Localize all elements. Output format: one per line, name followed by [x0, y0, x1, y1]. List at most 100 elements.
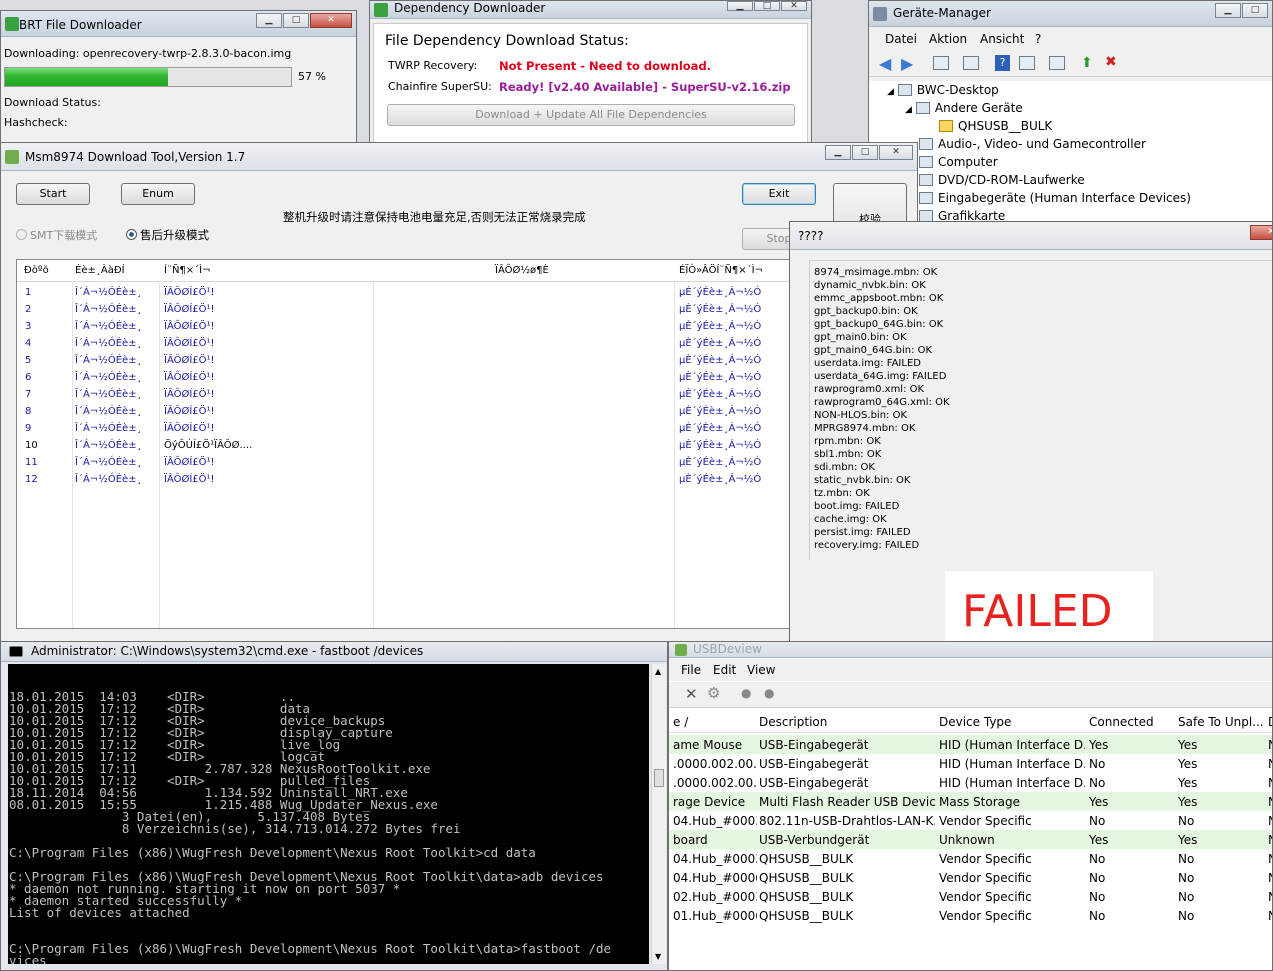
forward-arrow-icon[interactable]: ▶ [901, 54, 913, 73]
row-number: 3 [25, 321, 32, 332]
smt-mode-radio[interactable]: SMT下载模式 [16, 227, 97, 243]
maximize-button[interactable]: □ [754, 1, 780, 11]
usb-device-row[interactable]: board USB-Verbundgerät Unknown Yes Yes N [669, 830, 1272, 849]
table-row[interactable]: 5 Î´Á¬½ÓÉè±¸ ÏÂÔØÍ£Ö¹! µÈ´ýÉè±¸Á¬½Ó [17, 352, 805, 369]
minimize-button[interactable]: ▁ [825, 145, 851, 160]
table-row[interactable]: 11 Î´Á¬½ÓÉè±¸ ÏÂÔØÍ£Ö¹! µÈ´ýÉè±¸Á¬½Ó [17, 454, 805, 471]
table-row[interactable]: 6 Î´Á¬½ÓÉè±¸ ÏÂÔØÍ£Ö¹! µÈ´ýÉè±¸Á¬½Ó [17, 369, 805, 386]
result-titlebar[interactable]: ???? ✕ [790, 222, 1272, 250]
tree-node-computer[interactable]: Computer [919, 155, 998, 169]
close-button[interactable]: ✕ [781, 1, 807, 11]
scroll-up-icon[interactable]: ▲ [655, 667, 661, 676]
column-header[interactable]: Í¨Ñ¶×´Ì¬ [164, 265, 211, 276]
usb-cell-name: 02.Hub_#0003 [673, 890, 757, 904]
last-state: µÈ´ýÉè±¸Á¬½Ó [679, 423, 762, 434]
disconnect-icon[interactable]: ✕ [685, 685, 698, 703]
menu-file[interactable]: File [681, 663, 701, 677]
tree-node-audio[interactable]: Audio-, Video- und Gamecontroller [919, 137, 1146, 151]
maximize-button[interactable]: □ [1242, 3, 1268, 18]
device-manager-titlebar[interactable]: Geräte-Manager ▁ □ [869, 1, 1272, 27]
dependency-titlebar[interactable]: Dependency Downloader ▁ □ ✕ [370, 1, 811, 19]
result-lines: 8974_msimage.mbn: OK dynamic_nvbk.bin: OK… [814, 266, 950, 552]
radio-checked-icon [126, 229, 137, 240]
table-row[interactable]: 7 Î´Á¬½ÓÉè±¸ ÏÂÔØÍ£Ö¹! µÈ´ýÉè±¸Á¬½Ó [17, 386, 805, 403]
table-row[interactable]: 1 Î´Á¬½ÓÉè±¸ ÏÂÔØÍ£Ö¹! µÈ´ýÉè±¸Á¬½Ó [17, 284, 805, 301]
table-row[interactable]: 4 Î´Á¬½ÓÉè±¸ ÏÂÔØÍ£Ö¹! µÈ´ýÉè±¸Á¬½Ó [17, 335, 805, 352]
close-button[interactable]: ✕ [879, 145, 913, 160]
msm-titlebar[interactable]: Msm8974 Download Tool,Version 1.7 ▁ □ ✕ [1, 143, 917, 171]
uninstall-icon[interactable]: ✖ [1105, 54, 1117, 70]
usb-device-row[interactable]: rage Device Multi Flash Reader USB Device… [669, 792, 1272, 811]
column-header[interactable]: D [1268, 715, 1272, 729]
usb-device-row[interactable]: ame Mouse USB-Eingabegerät HID (Human Inte… [669, 735, 1272, 754]
usb-device-row[interactable]: .0000.002.00... USB-Eingabegerät HID (Huma… [669, 773, 1272, 792]
column-header[interactable]: ÏÂÔØ½ø¶È [495, 265, 549, 276]
start-button[interactable]: Start [16, 183, 90, 205]
cmd-scrollbar[interactable]: ▲ ▼ [651, 664, 666, 964]
column-header[interactable]: e / [673, 715, 688, 729]
menu-datei[interactable]: Datei [885, 32, 917, 46]
help-icon[interactable]: ? [995, 55, 1010, 71]
table-row[interactable]: 9 Î´Á¬½ÓÉè±¸ ÏÂÔØÍ£Ö¹! µÈ´ýÉè±¸Á¬½Ó [17, 420, 805, 437]
menu-help[interactable]: ? [1035, 32, 1041, 46]
tree-node-qhsusb[interactable]: QHSUSB__BULK [939, 119, 1052, 133]
cmd-console[interactable]: 18.01.2015 14:03 <DIR> .. 10.01.2015 17:1… [8, 664, 649, 964]
table-row[interactable]: 12 Î´Á¬½ÓÉè±¸ ÏÂÔØÍ£Ö¹! µÈ´ýÉè±¸Á¬½Ó [17, 471, 805, 488]
tree-node-dvd[interactable]: DVD/CD-ROM-Laufwerke [919, 173, 1085, 187]
maximize-button[interactable]: □ [852, 145, 878, 160]
column-header[interactable]: Device Type [939, 715, 1011, 729]
smt-mode-label: SMT下载模式 [30, 229, 98, 242]
usb-device-row[interactable]: 04.Hub_#0006 QHSUSB__BULK Vendor Specific N… [669, 868, 1272, 887]
usb-device-row[interactable]: .0000.002.00... USB-Eingabegerät HID (Huma… [669, 754, 1272, 773]
minimize-button[interactable]: ▁ [727, 1, 753, 11]
scroll-thumb[interactable] [654, 769, 664, 787]
settings-icon[interactable]: ⚙ [707, 684, 720, 702]
menu-view[interactable]: View [747, 663, 775, 677]
after-sales-mode-radio[interactable]: 售后升级模式 [126, 227, 209, 243]
close-button[interactable]: ✕ [310, 13, 352, 28]
exit-button[interactable]: Exit [742, 183, 816, 205]
cmd-titlebar[interactable]: Administrator: C:\Windows\system32\cmd.e… [1, 642, 667, 662]
close-button[interactable]: ✕ [1250, 225, 1272, 240]
download-update-all-button[interactable]: Download + Update All File Dependencies [387, 104, 795, 126]
refresh-view-icon[interactable] [963, 56, 979, 70]
column-header[interactable]: Description [759, 715, 827, 729]
usb-device-row[interactable]: 02.Hub_#0003 QHSUSB__BULK Vendor Specific N… [669, 887, 1272, 906]
scroll-down-icon[interactable]: ▼ [655, 952, 661, 961]
table-row[interactable]: 3 Î´Á¬½ÓÉè±¸ ÏÂÔØÍ£Ö¹! µÈ´ýÉè±¸Á¬½Ó [17, 318, 805, 335]
usb-device-row[interactable]: 04.Hub_#0003 802.11n-USB-Drahtlos-LAN-K..… [669, 811, 1272, 830]
menu-ansicht[interactable]: Ansicht [980, 32, 1024, 46]
enum-button[interactable]: Enum [121, 183, 195, 205]
usbdeview-titlebar[interactable]: USBDeview [669, 642, 1272, 658]
tree-node-other-devices[interactable]: ◢ Andere Geräte [905, 101, 1023, 115]
update-driver-icon[interactable]: ⬆ [1081, 55, 1093, 71]
usb-device-row[interactable]: 01.Hub_#0006 QHSUSB__BULK Vendor Specific N… [669, 906, 1272, 925]
show-hidden-icon[interactable] [1019, 56, 1035, 70]
brt-titlebar[interactable]: BRT File Downloader ▁ □ ✕ [1, 11, 356, 37]
column-header[interactable]: Éè±¸ÀàÐÍ [75, 265, 125, 276]
column-header[interactable]: Ðòºŏ [24, 265, 49, 276]
result-line: dynamic_nvbk.bin: OK [814, 280, 926, 291]
table-row[interactable]: 2 Î´Á¬½ÓÉè±¸ ÏÂÔØÍ£Ö¹! µÈ´ýÉè±¸Á¬½Ó [17, 301, 805, 318]
enable-icon[interactable]: ● [764, 686, 774, 700]
menu-edit[interactable]: Edit [713, 663, 736, 677]
scan-hardware-icon[interactable] [1049, 56, 1065, 70]
radio-unchecked-icon [16, 229, 27, 240]
column-header[interactable]: ÉÏÒ»ÂÖÍ¨Ñ¶×´Ì¬ [679, 265, 763, 276]
usb-device-row[interactable]: 04.Hub_#0003 QHSUSB__BULK Vendor Specific N… [669, 849, 1272, 868]
minimize-button[interactable]: ▁ [256, 13, 282, 28]
tree-node-label: DVD/CD-ROM-Laufwerke [938, 173, 1085, 187]
maximize-button[interactable]: □ [283, 13, 309, 28]
menu-aktion[interactable]: Aktion [929, 32, 967, 46]
table-row[interactable]: 8 Î´Á¬½ÓÉè±¸ ÏÂÔØÍ£Ö¹! µÈ´ýÉè±¸Á¬½Ó [17, 403, 805, 420]
table-row[interactable]: 10 Î´Á¬½ÓÉè±¸ ÕýÔÚÍ£Ö¹ÏÂÔØ.... µÈ´ýÉè±¸Á¬½Ó [17, 437, 805, 454]
properties-icon[interactable] [933, 56, 949, 70]
tree-node-hid[interactable]: Eingabegeräte (Human Interface Devices) [919, 191, 1191, 205]
disable-icon[interactable]: ● [741, 686, 751, 700]
back-arrow-icon[interactable]: ◀ [879, 54, 891, 73]
minimize-button[interactable]: ▁ [1215, 3, 1241, 18]
comm-state: ÏÂÔØÍ£Ö¹! [164, 389, 215, 400]
tree-node-root[interactable]: ◢ BWC-Desktop [887, 83, 999, 97]
column-header[interactable]: Connected [1089, 715, 1154, 729]
column-header[interactable]: Safe To Unpl... [1178, 715, 1264, 729]
